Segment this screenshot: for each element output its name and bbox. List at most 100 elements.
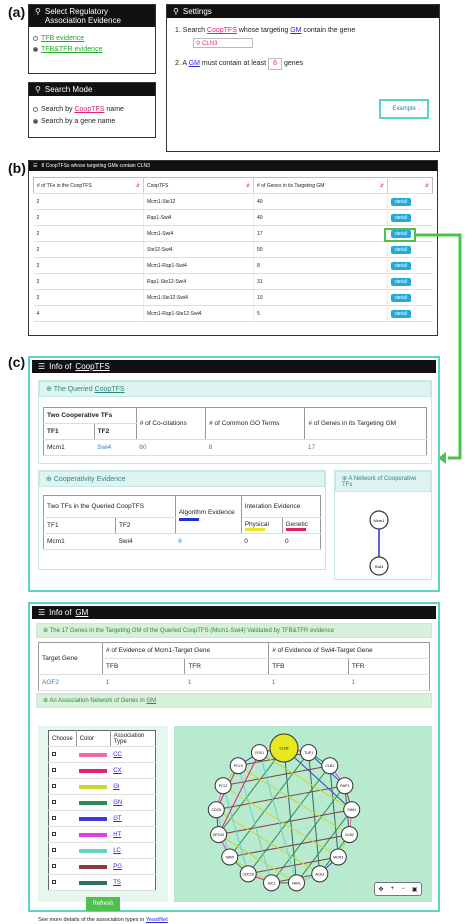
value-cell[interactable]: 1 [268, 674, 349, 691]
gm-th-tfb2[interactable]: TFB [268, 658, 349, 675]
cocit-cell[interactable]: 60 [136, 439, 206, 456]
th-two-tfs: Two Cooperative TFs [43, 407, 137, 424]
legend-row: GN [48, 794, 156, 811]
svg-text:SIC1: SIC1 [268, 881, 276, 885]
gene-node[interactable]: SWI5 [221, 848, 239, 866]
legend-panel: Choose Color Association Type CC CX GI GN GT HT… [38, 726, 168, 923]
gene-node[interactable]: FAR1 [287, 874, 305, 892]
evidence-table: Two TFs in the Queried CoopTFS Algorithm … [43, 495, 321, 550]
gm-th-tfr1[interactable]: TFR [184, 658, 270, 675]
refresh-button[interactable]: Refresh [86, 897, 120, 911]
tf1-cell: Mcm1 [43, 439, 95, 456]
legend-type[interactable]: LC [110, 842, 156, 859]
legend-color [76, 874, 111, 891]
checkbox[interactable] [52, 831, 56, 836]
assoc-banner: ⊕ An Association Network of Genes in GM [36, 693, 432, 708]
legend-choose[interactable] [48, 810, 77, 827]
coop-title-pre: Info of [49, 362, 72, 371]
gene-node[interactable]: CLB1 [321, 757, 339, 775]
genetic-color-icon [285, 527, 306, 531]
coop-network: Mcm1 Swi4 [369, 510, 389, 576]
svg-text:SWI5: SWI5 [225, 855, 234, 859]
ev-algo-cell[interactable]: 6 [175, 533, 242, 550]
svg-text:Mcm1: Mcm1 [374, 518, 386, 523]
legend-choose[interactable] [48, 746, 77, 763]
gm-th-target[interactable]: Target Gene [38, 642, 104, 675]
queried-link[interactable]: CoopTFS [95, 386, 125, 393]
gene-node[interactable]: SIC1 [263, 874, 281, 892]
gene-node[interactable]: RAP1 [336, 777, 354, 795]
gene-node[interactable]: MCM1 [329, 848, 347, 866]
legend-type[interactable]: GI [110, 778, 156, 795]
value-cell[interactable]: 1 [348, 674, 430, 691]
zoom-out-icon[interactable]: − [401, 886, 405, 892]
svg-text:FAR1: FAR1 [292, 881, 301, 885]
gene-node[interactable]: ACE2 [311, 865, 329, 883]
ev-th-algo: Algorithm Evidence [178, 508, 235, 516]
ev-gen-cell: 0 [282, 533, 321, 550]
checkbox[interactable] [52, 767, 56, 772]
th-go: # of Common GO Terms [205, 407, 306, 440]
checkbox[interactable] [52, 879, 56, 884]
assoc-title-link[interactable]: GM [146, 698, 156, 704]
legend-choose[interactable] [48, 778, 77, 795]
legend-type[interactable]: HT [110, 826, 156, 843]
network-node-swi4[interactable]: Swi4 [369, 556, 389, 576]
value-cell[interactable]: 1 [184, 674, 269, 691]
legend-choose[interactable] [48, 858, 77, 875]
network-node-mcm1[interactable]: Mcm1 [369, 510, 389, 530]
gene-node[interactable]: CDC5 [207, 801, 225, 819]
checkbox[interactable] [52, 815, 56, 820]
legend-type[interactable]: TS [110, 874, 156, 891]
legend-type[interactable]: GT [110, 810, 156, 827]
gene-node[interactable]: CLB2 [340, 826, 358, 844]
color-swatch [79, 880, 108, 885]
checkbox[interactable] [52, 751, 56, 756]
fit-icon[interactable]: ▣ [412, 886, 418, 893]
legend-row: LC [48, 842, 156, 859]
color-swatch [79, 848, 108, 853]
legend-choose[interactable] [48, 762, 77, 779]
network-controls[interactable]: ✥ + − ▣ [374, 882, 422, 896]
legend-choose[interactable] [48, 794, 77, 811]
evidence-box-title: Cooperativity Evidence [53, 476, 126, 483]
svg-text:CLB2: CLB2 [345, 833, 354, 837]
legend-choose[interactable] [48, 874, 77, 891]
gene-cell[interactable]: AGF2 [38, 674, 103, 691]
checkbox[interactable] [52, 847, 56, 852]
legend-type[interactable]: CX [110, 762, 156, 779]
checkbox[interactable] [52, 799, 56, 804]
checkbox[interactable] [52, 863, 56, 868]
gene-node[interactable]: CDC20 [239, 865, 257, 883]
svg-text:RAP1: RAP1 [340, 784, 349, 788]
tf2-cell[interactable]: Swi4 [94, 439, 137, 456]
gm-title-link[interactable]: GM [75, 608, 88, 617]
checkbox[interactable] [52, 783, 56, 788]
gene-node[interactable]: CLN3 [269, 733, 299, 763]
coop-title-link[interactable]: CoopTFS [75, 362, 109, 371]
gene-node[interactable]: PCL2 [214, 777, 232, 795]
gene-node[interactable]: YOX1 [250, 744, 268, 762]
gene-node[interactable]: TUP1 [300, 744, 318, 762]
gene-node[interactable]: SPO12 [210, 826, 228, 844]
gene-node[interactable]: PCL9 [229, 757, 247, 775]
move-icon[interactable]: ✥ [379, 886, 384, 893]
svg-text:PCL9: PCL9 [234, 764, 243, 768]
value-cell[interactable]: 1 [102, 674, 185, 691]
legend-type[interactable]: PG [110, 858, 156, 875]
gm-banner: ⊕ The 17 Genes in the Targeting GM of th… [36, 623, 432, 638]
legend-choose[interactable] [48, 842, 77, 859]
svg-text:MCM1: MCM1 [333, 855, 343, 859]
legend-color [76, 810, 111, 827]
gm-title-pre: Info of [49, 608, 72, 617]
gm-th-tfr2[interactable]: TFR [348, 658, 430, 675]
genes-cell[interactable]: 17 [304, 439, 427, 456]
legend-type[interactable]: GN [110, 794, 156, 811]
yeastnet-link[interactable]: YeastNet [146, 917, 168, 923]
legend-type[interactable]: CC [110, 746, 156, 763]
gene-node[interactable]: SWI4 [343, 801, 361, 819]
gm-th-tfb1[interactable]: TFB [102, 658, 186, 675]
legend-choose[interactable] [48, 826, 77, 843]
zoom-in-icon[interactable]: + [391, 886, 395, 892]
go-cell[interactable]: 8 [205, 439, 305, 456]
